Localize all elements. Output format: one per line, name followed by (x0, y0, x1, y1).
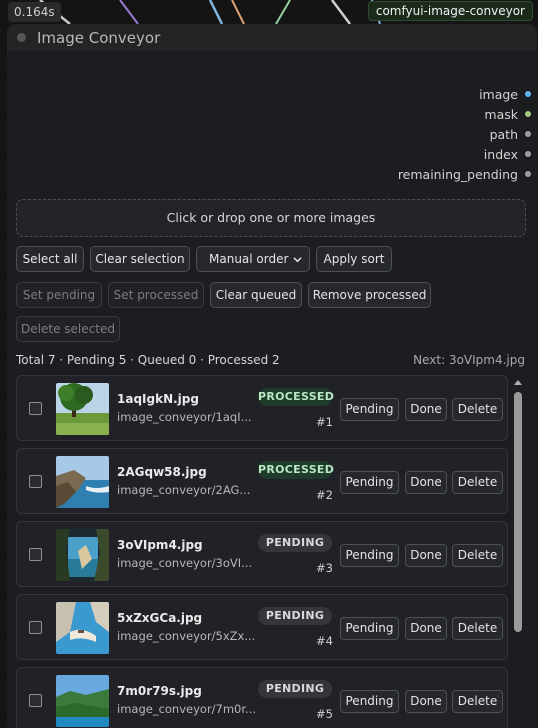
node-header[interactable]: Image Conveyor (7, 24, 537, 51)
output-slot-mask[interactable]: mask (398, 104, 531, 124)
node-pack-badge: comfyui-image-conveyor (367, 1, 533, 21)
item-path: image_conveyor/5xZx... (117, 629, 256, 643)
next-image-label: Next: 3oVIpm4.jpg (413, 353, 525, 367)
item-pending-button[interactable]: Pending (340, 471, 399, 494)
item-done-button[interactable]: Done (405, 471, 447, 494)
output-label: path (489, 126, 518, 142)
item-delete-button[interactable]: Delete (452, 471, 503, 494)
item-filename: 3oVIpm4.jpg (117, 538, 203, 552)
item-done-button[interactable]: Done (405, 690, 447, 713)
status-badge: PENDING (258, 680, 332, 698)
item-order: #1 (316, 415, 333, 429)
item-order: #2 (316, 488, 333, 502)
queue-summary: Total 7 · Pending 5 · Queued 0 · Process… (16, 353, 280, 367)
item-delete-button[interactable]: Delete (452, 690, 503, 713)
status-badge: PENDING (258, 534, 332, 552)
chevron-down-icon (293, 257, 302, 263)
set-pending-button[interactable]: Set pending (16, 282, 102, 308)
item-delete-button[interactable]: Delete (452, 544, 503, 567)
output-slots: image mask path index remaining_pending (398, 84, 531, 184)
output-dot[interactable] (525, 171, 531, 177)
output-label: index (483, 146, 518, 162)
node-collapse-dot[interactable] (17, 33, 26, 42)
order-select-value: Manual order (209, 252, 289, 266)
node-title: Image Conveyor (37, 28, 161, 47)
scroll-thumb[interactable] (514, 392, 522, 632)
status-badge: PROCESSED (258, 388, 334, 406)
clear-queued-button[interactable]: Clear queued (210, 282, 302, 308)
item-checkbox[interactable] (29, 694, 42, 707)
item-order: #4 (316, 634, 333, 648)
item-delete-button[interactable]: Delete (452, 398, 503, 421)
delete-selected-button[interactable]: Delete selected (16, 316, 120, 342)
item-done-button[interactable]: Done (405, 544, 447, 567)
item-checkbox[interactable] (29, 621, 42, 634)
item-path: image_conveyor/3oVI... (117, 556, 253, 570)
item-checkbox[interactable] (29, 402, 42, 415)
item-order: #5 (316, 707, 333, 721)
output-slot-remaining-pending[interactable]: remaining_pending (398, 164, 531, 184)
item-path: image_conveyor/2AG... (117, 483, 251, 497)
execution-time-badge: 0.164s (8, 2, 61, 22)
clear-selection-button[interactable]: Clear selection (90, 246, 190, 272)
item-done-button[interactable]: Done (405, 617, 447, 640)
item-path: image_conveyor/7m0r... (117, 702, 257, 716)
remove-processed-button[interactable]: Remove processed (308, 282, 431, 308)
item-checkbox[interactable] (29, 548, 42, 561)
item-pending-button[interactable]: Pending (340, 690, 399, 713)
item-filename: 1aqIgkN.jpg (117, 392, 199, 406)
list-item[interactable]: 3oVIpm4.jpg image_conveyor/3oVI... PENDI… (16, 521, 508, 587)
image-thumbnail (56, 602, 109, 654)
item-order: #3 (316, 561, 333, 575)
item-pending-button[interactable]: Pending (340, 398, 399, 421)
image-thumbnail (56, 456, 109, 508)
image-dropzone[interactable]: Click or drop one or more images (16, 199, 526, 237)
list-item[interactable]: 7m0r79s.jpg image_conveyor/7m0r... PENDI… (16, 667, 508, 728)
output-dot[interactable] (525, 151, 531, 157)
item-filename: 5xZxGCa.jpg (117, 611, 203, 625)
set-processed-button[interactable]: Set processed (108, 282, 204, 308)
item-pending-button[interactable]: Pending (340, 544, 399, 567)
item-filename: 7m0r79s.jpg (117, 684, 202, 698)
output-dot[interactable] (525, 91, 531, 97)
image-list: 1aqIgkN.jpg image_conveyor/1aqI... PROCE… (16, 375, 508, 728)
output-label: remaining_pending (397, 166, 518, 182)
node-body: image mask path index remaining_pending … (7, 51, 537, 728)
output-slot-index[interactable]: index (398, 144, 531, 164)
output-dot[interactable] (525, 131, 531, 137)
list-item[interactable]: 1aqIgkN.jpg image_conveyor/1aqI... PROCE… (16, 375, 508, 441)
item-pending-button[interactable]: Pending (340, 617, 399, 640)
status-badge: PROCESSED (258, 461, 334, 479)
image-thumbnail (56, 383, 109, 435)
output-label: mask (484, 106, 518, 122)
image-conveyor-node[interactable]: Image Conveyor image mask path index rem… (7, 24, 537, 728)
select-all-button[interactable]: Select all (16, 246, 84, 272)
apply-sort-button[interactable]: Apply sort (316, 246, 392, 272)
item-delete-button[interactable]: Delete (452, 617, 503, 640)
output-slot-image[interactable]: image (398, 84, 531, 104)
order-select[interactable]: Manual order (196, 246, 310, 272)
output-label: image (479, 86, 518, 102)
image-thumbnail (56, 675, 109, 727)
item-done-button[interactable]: Done (405, 398, 447, 421)
item-checkbox[interactable] (29, 475, 42, 488)
output-slot-path[interactable]: path (398, 124, 531, 144)
output-dot[interactable] (525, 111, 531, 117)
item-path: image_conveyor/1aqI... (117, 410, 252, 424)
scroll-up-arrow-icon[interactable] (514, 379, 522, 387)
list-item[interactable]: 5xZxGCa.jpg image_conveyor/5xZx... PENDI… (16, 594, 508, 660)
item-filename: 2AGqw58.jpg (117, 465, 207, 479)
list-scrollbar[interactable] (511, 375, 525, 728)
image-thumbnail (56, 529, 109, 581)
list-item[interactable]: 2AGqw58.jpg image_conveyor/2AG... PROCES… (16, 448, 508, 514)
status-badge: PENDING (258, 607, 332, 625)
